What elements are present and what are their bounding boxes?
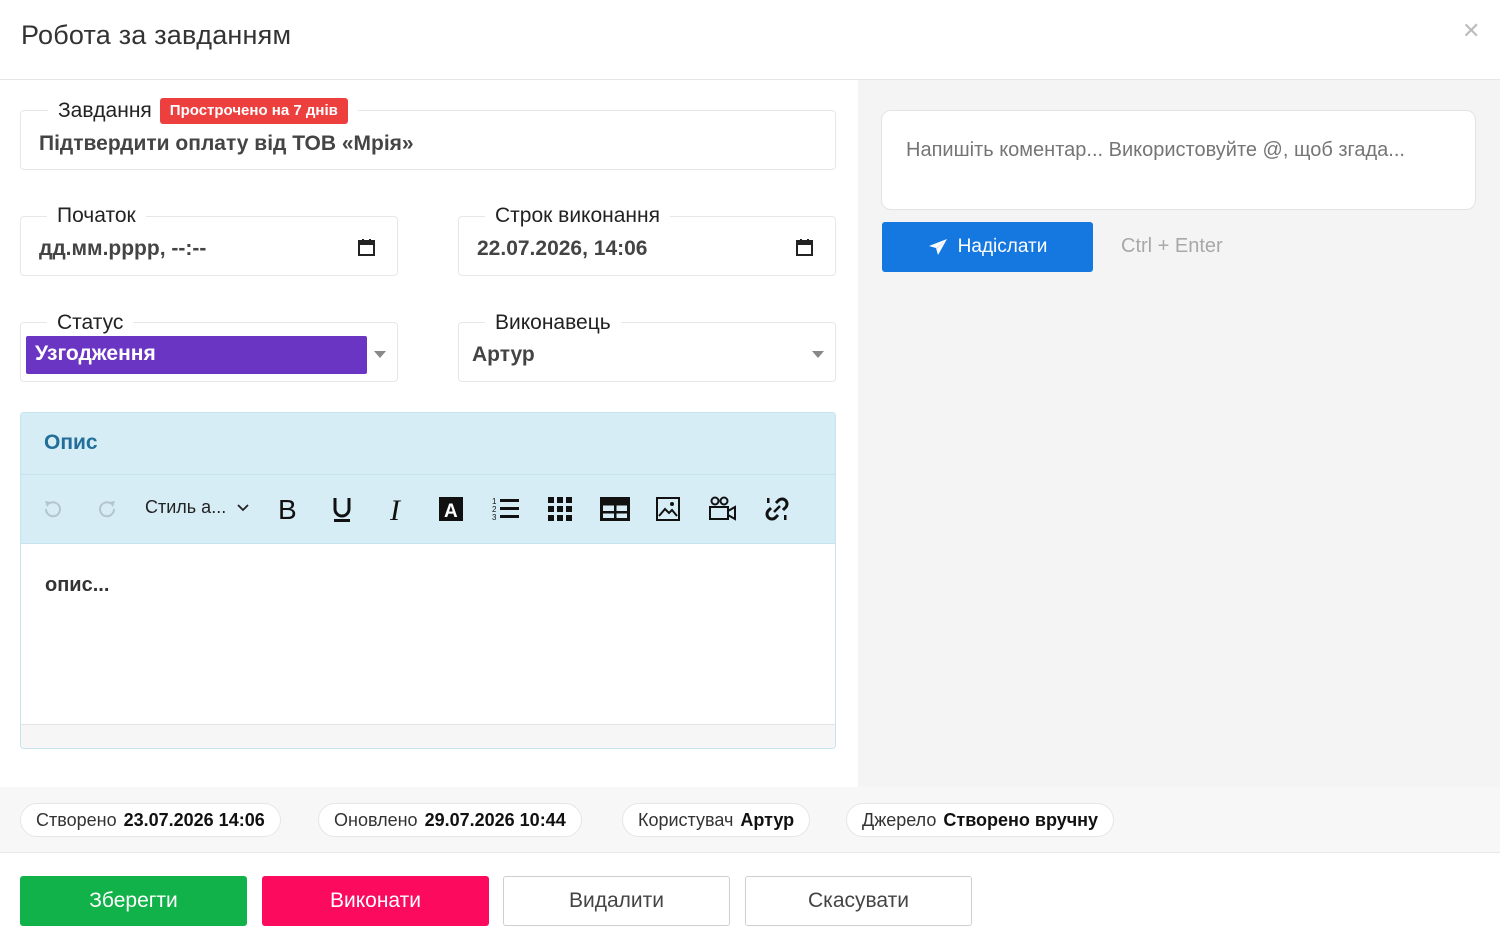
comment-box[interactable] bbox=[881, 110, 1476, 210]
created-value: 23.07.2026 14:06 bbox=[123, 809, 265, 830]
image-icon[interactable] bbox=[655, 493, 681, 525]
save-button[interactable]: Зберегти bbox=[20, 876, 247, 926]
status-value: Узгодження bbox=[26, 336, 367, 374]
svg-text:3: 3 bbox=[492, 513, 497, 522]
calendar-icon[interactable] bbox=[358, 239, 375, 256]
assignee-label: Виконавець bbox=[485, 310, 621, 336]
modal-header: Робота за завданням ✕ bbox=[0, 0, 1500, 80]
chevron-down-icon bbox=[237, 497, 249, 518]
deadline-field[interactable]: Строк виконання 22.07.2026, 14:06 bbox=[458, 203, 836, 276]
created-chip: Створено 23.07.2026 14:06 bbox=[20, 803, 281, 837]
user-chip: Користувач Артур bbox=[622, 803, 811, 837]
ordered-list-icon[interactable]: 123 bbox=[492, 493, 520, 525]
overdue-badge: Прострочено на 7 днів bbox=[159, 98, 348, 124]
assignee-select[interactable]: Виконавець Артур bbox=[458, 310, 836, 382]
chevron-down-icon[interactable] bbox=[374, 351, 386, 358]
editor-toolbar: Стиль а... B I A 123 bbox=[21, 475, 835, 544]
table-icon[interactable] bbox=[599, 493, 631, 525]
status-label: Статус bbox=[47, 310, 134, 336]
bold-icon[interactable]: B bbox=[275, 493, 301, 525]
task-legend: Завдання Прострочено на 7 днів bbox=[48, 98, 358, 124]
task-field[interactable]: Завдання Прострочено на 7 днів Підтвердит… bbox=[20, 98, 836, 170]
close-icon[interactable]: ✕ bbox=[1462, 18, 1480, 44]
description-editor[interactable]: опис... bbox=[21, 544, 835, 724]
editor-statusbar bbox=[21, 724, 835, 748]
undo-icon[interactable] bbox=[39, 493, 67, 525]
italic-icon[interactable]: I bbox=[384, 493, 410, 525]
deadline-value: 22.07.2026, 14:06 bbox=[477, 237, 648, 260]
text-style-label: Стиль а... bbox=[145, 497, 227, 517]
chevron-down-icon[interactable] bbox=[812, 351, 824, 358]
svg-text:B: B bbox=[278, 495, 297, 523]
cancel-button[interactable]: Скасувати bbox=[745, 876, 972, 926]
description-title: Опис bbox=[44, 431, 98, 454]
modal-title: Робота за завданням bbox=[21, 20, 292, 50]
description-header: Опис bbox=[21, 413, 835, 475]
start-value: дд.мм.рррр, --:-- bbox=[39, 237, 207, 260]
task-value: Підтвердити оплату від ТОВ «Мрія» bbox=[39, 132, 414, 155]
start-date-field[interactable]: Початок дд.мм.рррр, --:-- bbox=[20, 203, 398, 276]
updated-value: 29.07.2026 10:44 bbox=[424, 809, 566, 830]
svg-text:A: A bbox=[444, 501, 458, 521]
video-icon[interactable] bbox=[709, 493, 737, 525]
assignee-value: Артур bbox=[472, 343, 535, 366]
updated-chip: Оновлено 29.07.2026 10:44 bbox=[318, 803, 582, 837]
calendar-icon[interactable] bbox=[796, 239, 813, 256]
link-icon[interactable] bbox=[763, 493, 791, 525]
send-icon bbox=[928, 239, 947, 255]
deadline-label: Строк виконання bbox=[485, 203, 670, 229]
delete-button[interactable]: Видалити bbox=[503, 876, 730, 926]
start-label: Початок bbox=[47, 203, 146, 229]
description-panel: Опис Стиль а... B I A 123 опис... bbox=[20, 412, 836, 749]
status-select[interactable]: Статус Узгодження bbox=[20, 310, 398, 382]
created-label: Створено bbox=[36, 809, 117, 830]
description-placeholder: опис... bbox=[45, 574, 110, 596]
complete-button[interactable]: Виконати bbox=[262, 876, 489, 926]
updated-label: Оновлено bbox=[334, 809, 418, 830]
grid-icon[interactable] bbox=[547, 493, 573, 525]
source-label: Джерело bbox=[862, 809, 937, 830]
user-value: Артур bbox=[740, 809, 795, 830]
source-chip: Джерело Створено вручну bbox=[846, 803, 1115, 837]
meta-bar: Створено 23.07.2026 14:06 Оновлено 29.07.2… bbox=[0, 787, 1500, 853]
task-label: Завдання bbox=[58, 99, 152, 122]
user-label: Користувач bbox=[638, 809, 734, 830]
redo-icon[interactable] bbox=[93, 493, 121, 525]
underline-icon[interactable] bbox=[329, 493, 355, 525]
font-color-icon[interactable]: A bbox=[438, 493, 464, 525]
text-style-select[interactable]: Стиль а... bbox=[145, 497, 249, 518]
shortcut-hint: Ctrl + Enter bbox=[1121, 235, 1223, 257]
svg-text:I: I bbox=[389, 495, 402, 523]
comment-input[interactable] bbox=[906, 139, 1454, 162]
source-value: Створено вручну bbox=[943, 809, 1099, 830]
send-button[interactable]: Надіслати bbox=[882, 222, 1093, 272]
send-label: Надіслати bbox=[957, 236, 1048, 257]
